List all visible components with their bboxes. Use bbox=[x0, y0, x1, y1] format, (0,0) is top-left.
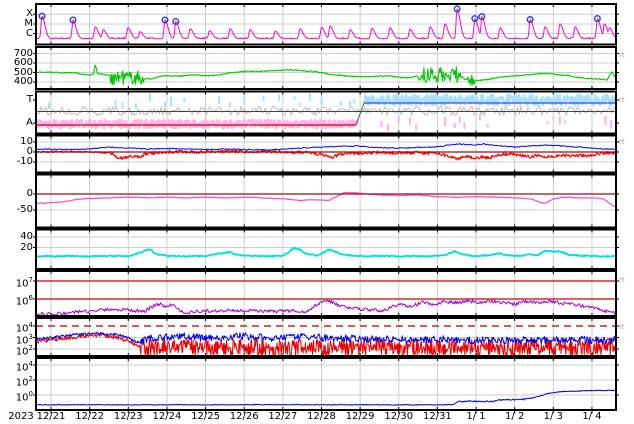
space-weather-multipanel-chart: X M C 700 600 500 400 T A 10 0 -10 0 -50 40 20 107 106 104… bbox=[0, 0, 634, 424]
y-tick-label: 106 bbox=[15, 294, 33, 308]
realtime-flag-label: rt bbox=[619, 323, 625, 331]
x-tick-label: 12/21 bbox=[36, 411, 66, 422]
realtime-flag-label: rt bbox=[619, 51, 625, 59]
realtime-flag-label: rt bbox=[619, 276, 625, 284]
x-tick-label: 12/28 bbox=[307, 411, 336, 422]
y-tick-label: C bbox=[26, 27, 33, 39]
x-tick-label: 1/ 2 bbox=[505, 411, 525, 422]
x-tick-label: 1/ 3 bbox=[543, 411, 563, 422]
panel-dst-index bbox=[33, 173, 619, 229]
series-dst bbox=[36, 191, 616, 208]
series-electrons bbox=[36, 298, 616, 316]
x-tick-label: 1/ 1 bbox=[466, 411, 486, 422]
chart-canvas bbox=[33, 3, 619, 414]
x-tick-label: 12/25 bbox=[191, 411, 220, 422]
y-tick-label: -50 bbox=[16, 204, 33, 215]
series-away-band bbox=[363, 93, 616, 107]
y-tick-label: A bbox=[26, 117, 33, 128]
series-hep bbox=[36, 389, 616, 406]
y-tick-label: 107 bbox=[15, 276, 33, 290]
panel-imf-sector bbox=[33, 90, 619, 135]
panel-electron-flux bbox=[33, 270, 619, 317]
x-tick-label: 12/29 bbox=[345, 411, 375, 422]
y-tick-label: -10 bbox=[16, 156, 33, 167]
y-tick-label: 102 bbox=[15, 344, 33, 358]
x-tick-label: 12/30 bbox=[384, 411, 414, 422]
realtime-flag-label: rt bbox=[619, 96, 625, 104]
series-toward-band bbox=[36, 118, 360, 130]
y-tick-label: 100 bbox=[15, 390, 33, 404]
panel-solar-wind-speed bbox=[33, 46, 619, 90]
y-tick-label: 400 bbox=[13, 76, 33, 87]
y-tick-label: 102 bbox=[15, 375, 33, 389]
panel-proton-flux bbox=[33, 317, 619, 357]
panel-proton-density bbox=[33, 228, 619, 270]
x-tick-label: 12/31 bbox=[422, 411, 452, 422]
panel-high-energy-proton-flux bbox=[33, 357, 619, 411]
realtime-flag-label: rt bbox=[619, 138, 625, 146]
series-bt bbox=[36, 143, 616, 151]
x-tick-label: 12/24 bbox=[152, 411, 182, 422]
x-tick-label: 1/ 4 bbox=[582, 411, 602, 422]
x-tick-label: 12/23 bbox=[113, 411, 143, 422]
panel-xray-flux bbox=[33, 3, 619, 46]
y-tick-label: 0 bbox=[26, 188, 33, 199]
y-tick-label: T bbox=[26, 94, 33, 105]
y-tick-label: 20 bbox=[20, 241, 33, 253]
x-tick-label: 12/27 bbox=[268, 411, 298, 422]
x-tick-label: 12/22 bbox=[75, 411, 105, 422]
panel-imf-bz bbox=[33, 134, 619, 174]
series-density bbox=[36, 246, 616, 258]
y-tick-label: 104 bbox=[15, 360, 33, 374]
x-tick-label: 12/26 bbox=[229, 411, 259, 422]
